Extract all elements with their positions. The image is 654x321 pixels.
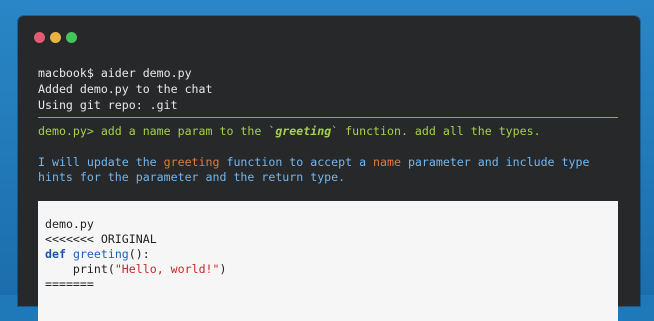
background: macbook$ aider demo.py Added demo.py to … [0,0,654,321]
reply-highlight-greeting: greeting [163,155,220,169]
divider [38,117,618,118]
code-separator: ======= [45,277,94,291]
reply-text: parameter and include type [400,155,590,169]
prompt-suffix: ` function. add all the types. [331,124,541,138]
code-block: demo.py <<<<<<< ORIGINAL def greeting():… [38,201,618,321]
reply-highlight-name: name [373,155,401,169]
reply-text: function to accept a [219,155,374,169]
minimize-button[interactable] [50,32,61,43]
added-file-line: Added demo.py to the chat [38,82,213,96]
terminal-window: macbook$ aider demo.py Added demo.py to … [18,16,640,321]
code-filename: demo.py [45,217,94,231]
command-line: macbook$ aider demo.py [38,66,192,80]
zoom-button[interactable] [66,32,77,43]
function-name: greeting [72,247,129,261]
def-params: (): [128,247,150,261]
reply-text: I will update the [38,155,164,169]
code-def-line: def greeting(): [45,247,150,262]
print-call: print( [45,262,115,276]
window-controls [34,32,77,43]
user-prompt: demo.py> add a name param to the `greeti… [38,124,541,139]
assistant-reply-line-2: hints for the parameter and the return t… [38,170,346,184]
assistant-reply-line-1: I will update the greeting function to a… [38,155,589,170]
code-print-line: print("Hello, world!") [45,262,227,277]
string-literal: "Hello, world!" [114,262,220,276]
git-repo-line: Using git repo: .git [38,98,178,112]
code-marker-original: <<<<<<< ORIGINAL [45,232,157,246]
print-close: ) [219,262,227,276]
keyword-def: def [45,247,66,261]
prompt-prefix: demo.py> add a name param to the ` [38,124,276,138]
close-button[interactable] [34,32,45,43]
prompt-function-name: greeting [275,124,332,138]
